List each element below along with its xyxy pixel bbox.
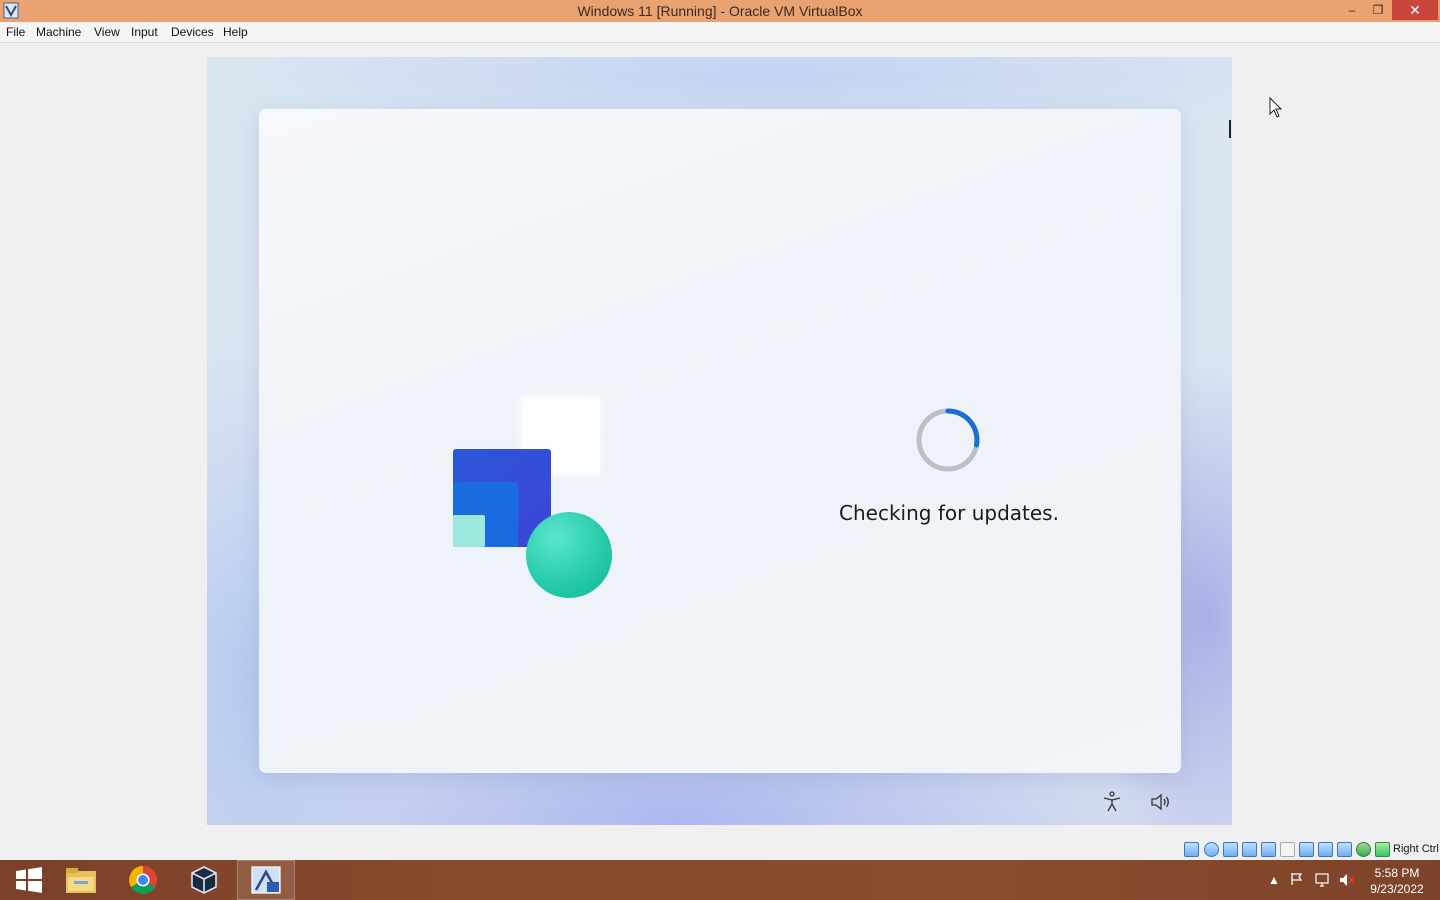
menu-view[interactable]: View xyxy=(94,25,120,39)
menu-help[interactable]: Help xyxy=(223,25,248,39)
mouse-pointer-icon xyxy=(1269,97,1283,118)
window-title: Windows 11 [Running] - Oracle VM Virtual… xyxy=(577,3,863,19)
menu-input[interactable]: Input xyxy=(131,25,158,39)
loading-spinner-icon xyxy=(916,408,980,472)
display-icon[interactable] xyxy=(1299,842,1314,857)
menu-bar: File Machine View Input Devices Help xyxy=(0,22,1440,43)
video-capture-icon[interactable] xyxy=(1318,842,1333,857)
virtualbox-manager-button[interactable] xyxy=(175,860,233,900)
taskbar-clock[interactable]: 5:58 PM 9/23/2022 xyxy=(1364,865,1430,897)
restore-button[interactable]: ❐ xyxy=(1365,0,1391,20)
usb-icon[interactable] xyxy=(1261,842,1276,857)
chrome-button[interactable] xyxy=(114,860,172,900)
text-cursor xyxy=(1229,120,1231,138)
illustration-teal-circle xyxy=(526,512,612,598)
mouse-integration-icon[interactable] xyxy=(1356,842,1371,857)
folder-icon xyxy=(66,868,96,893)
taskbar: ▲ 5:58 PM 9/23/2022 xyxy=(0,860,1440,900)
action-center-flag-icon[interactable] xyxy=(1290,872,1304,886)
show-hidden-icons-icon[interactable]: ▲ xyxy=(1268,873,1280,887)
chrome-icon xyxy=(129,866,157,894)
keyboard-icon[interactable] xyxy=(1375,842,1390,857)
speaker-muted-icon[interactable] xyxy=(1338,872,1354,888)
vm-status-bar: Right Ctrl xyxy=(1180,840,1440,860)
status-message: Checking for updates. xyxy=(839,501,1059,525)
cpu-icon[interactable] xyxy=(1337,842,1352,857)
clock-time: 5:58 PM xyxy=(1374,866,1420,880)
illustration-mint-square xyxy=(453,515,485,547)
windows-logo-icon xyxy=(16,867,42,893)
optical-drive-icon[interactable] xyxy=(1204,842,1219,857)
vm-window-icon xyxy=(251,866,281,894)
windows-11-vm-button[interactable] xyxy=(237,860,295,900)
network-icon[interactable] xyxy=(1242,842,1257,857)
accessibility-icon[interactable] xyxy=(1100,790,1124,814)
minimize-button[interactable]: ‒ xyxy=(1339,0,1365,20)
setup-card: Checking for updates. xyxy=(259,109,1181,773)
volume-icon[interactable] xyxy=(1148,790,1172,814)
file-explorer-button[interactable] xyxy=(52,860,110,900)
menu-file[interactable]: File xyxy=(6,25,25,39)
start-button[interactable] xyxy=(0,860,58,900)
title-bar: Windows 11 [Running] - Oracle VM Virtual… xyxy=(0,0,1440,22)
menu-machine[interactable]: Machine xyxy=(36,25,81,39)
virtualbox-icon xyxy=(191,866,217,894)
vm-display[interactable]: Checking for updates. xyxy=(207,57,1232,825)
network-icon[interactable] xyxy=(1314,872,1330,888)
clock-date: 9/23/2022 xyxy=(1370,882,1424,896)
host-key-label: Right Ctrl xyxy=(1393,843,1439,855)
close-button[interactable]: ✕ xyxy=(1392,0,1438,20)
menu-devices[interactable]: Devices xyxy=(171,25,214,39)
hard-disk-icon[interactable] xyxy=(1184,842,1199,857)
audio-icon[interactable] xyxy=(1223,842,1238,857)
shared-folders-icon[interactable] xyxy=(1280,842,1295,857)
